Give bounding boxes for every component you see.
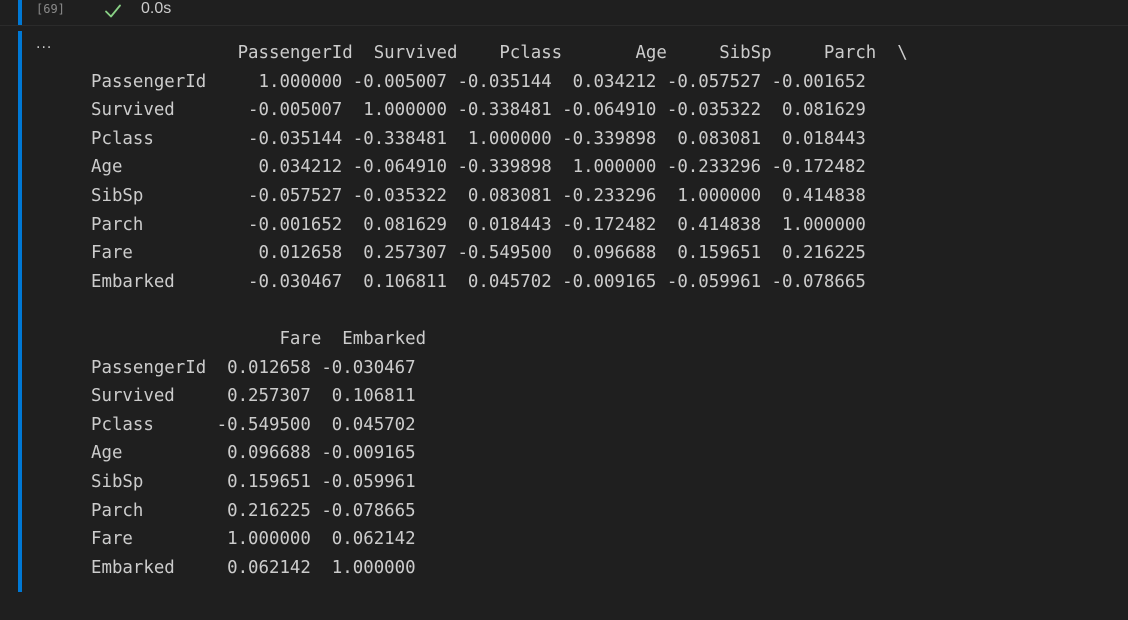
table-row: Pclass -0.035144 -0.338481 1.000000 -0.3…	[91, 128, 866, 149]
table-row: Parch -0.001652 0.081629 0.018443 -0.172…	[91, 214, 866, 235]
cell-focus-indicator	[18, 0, 22, 25]
execution-time: 0.0s	[141, 0, 172, 17]
table-row: Survived 0.257307 0.106811	[91, 386, 416, 407]
table-row: Parch 0.216225 -0.078665	[91, 500, 416, 521]
check-icon	[105, 4, 121, 18]
table-row: PassengerId 1.000000 -0.005007 -0.035144…	[91, 71, 866, 92]
cell-status-bar: [69] 0.0s	[0, 0, 1128, 26]
table-row: Age 0.096688 -0.009165	[91, 443, 416, 464]
execution-count: [69]	[36, 2, 65, 16]
cell-output: PassengerId Survived Pclass Age SibSp Pa…	[91, 39, 908, 582]
table-header: PassengerId Survived Pclass Age SibSp Pa…	[91, 43, 908, 63]
table-row: Age 0.034212 -0.064910 -0.339898 1.00000…	[91, 157, 866, 178]
table-row: PassengerId 0.012658 -0.030467	[91, 357, 416, 378]
output-menu-button[interactable]: ···	[36, 40, 52, 56]
table-row: SibSp 0.159651 -0.059961	[91, 471, 416, 492]
table-row: SibSp -0.057527 -0.035322 0.083081 -0.23…	[91, 185, 866, 206]
table-row: Fare 1.000000 0.062142	[91, 529, 416, 550]
table-row: Embarked -0.030467 0.106811 0.045702 -0.…	[91, 271, 866, 292]
table-row: Fare 0.012658 0.257307 -0.549500 0.09668…	[91, 243, 866, 264]
table-row: Pclass -0.549500 0.045702	[91, 414, 416, 435]
output-focus-indicator	[18, 31, 22, 592]
table-row: Survived -0.005007 1.000000 -0.338481 -0…	[91, 100, 866, 121]
table-header: Fare Embarked	[91, 328, 427, 349]
table-row: Embarked 0.062142 1.000000	[91, 557, 416, 578]
